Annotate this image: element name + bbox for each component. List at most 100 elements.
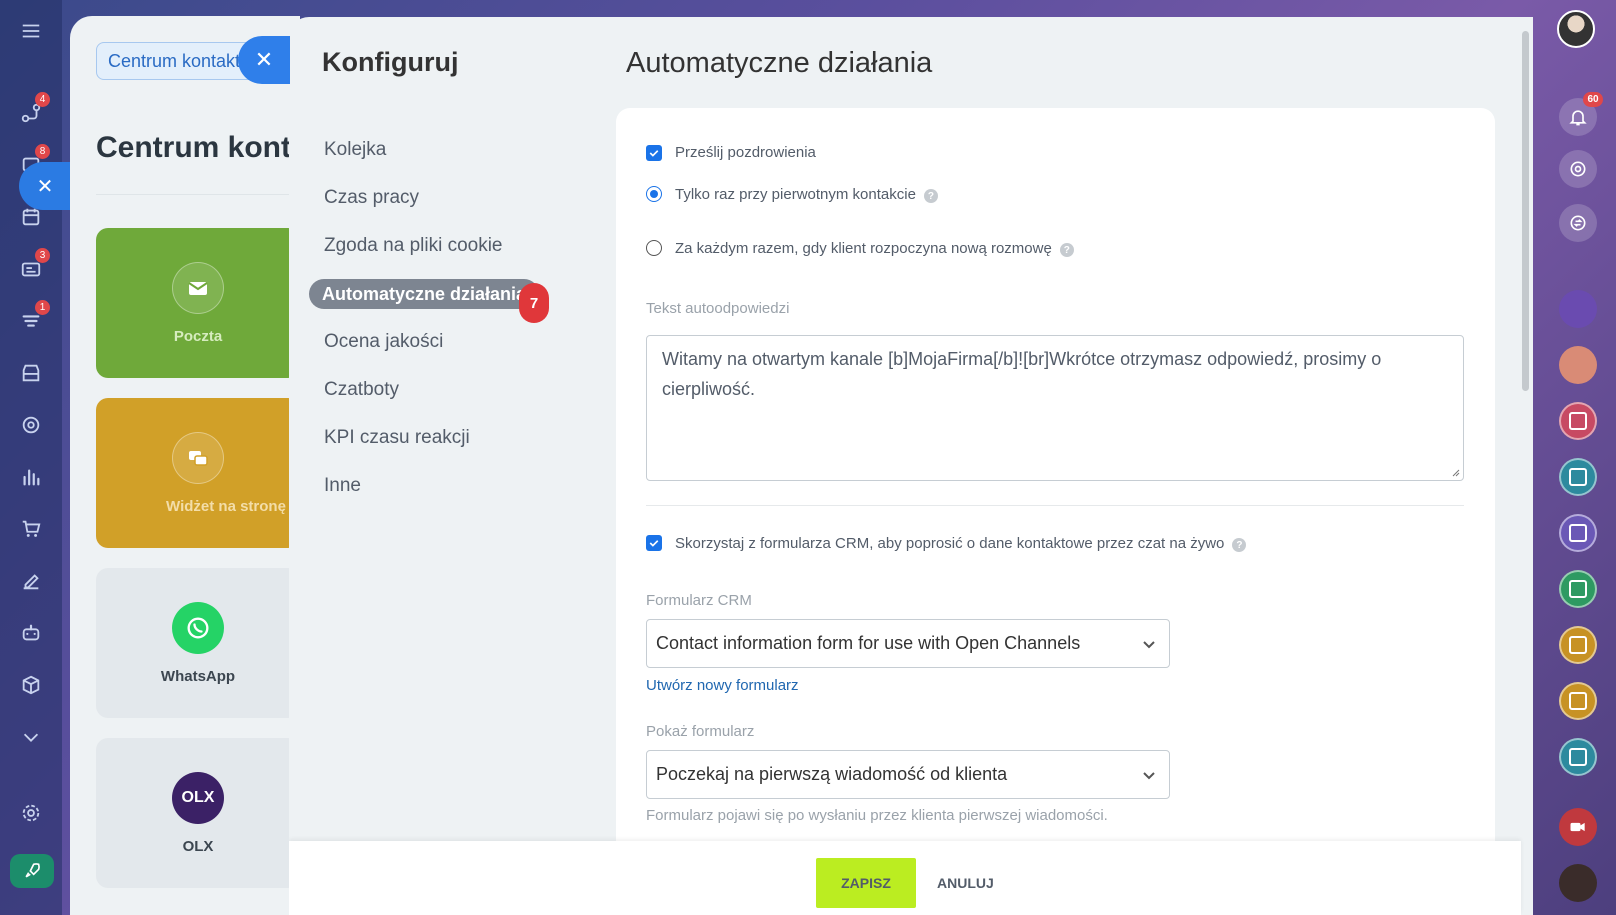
contact-center-icon[interactable]: 1 <box>16 300 50 336</box>
flows-icon[interactable]: 4 <box>16 92 50 128</box>
greeting-every-label: Za każdym razem, gdy klient rozpoczyna n… <box>675 239 1052 257</box>
menu-item-cookies[interactable]: Zgoda na pliki cookie <box>324 231 503 261</box>
chat-bubbles-icon <box>172 431 224 484</box>
card-label: Widżet na stronę <box>166 497 286 515</box>
right-bar: 60 <box>1536 0 1616 915</box>
greeting-checkbox-row[interactable]: Prześlij pozdrowienia <box>646 144 816 161</box>
menu-title: Konfiguruj <box>322 47 459 77</box>
crm-checkbox-label: Skorzystaj z formularza CRM, aby poprosi… <box>675 534 1225 552</box>
document-icon[interactable] <box>1559 570 1597 608</box>
show-form-label: Pokaż formularz <box>646 723 755 740</box>
channel-card-widget[interactable]: Widżet na stronę <box>96 398 300 548</box>
close-icon: ✕ <box>36 175 54 198</box>
notifications-badge: 60 <box>1583 92 1603 107</box>
analytics-icon[interactable] <box>16 462 46 492</box>
footer-bar: ZAPISZ ANULUJ <box>289 841 1521 915</box>
task-icon[interactable] <box>1559 738 1597 776</box>
cancel-button[interactable]: ANULUJ <box>937 858 994 908</box>
flows-badge: 4 <box>35 92 50 107</box>
close-background-slider-button[interactable]: ✕ <box>19 162 71 210</box>
channel-card-mail[interactable]: Poczta <box>96 228 300 378</box>
menu-item-chatbots[interactable]: Czatboty <box>324 375 399 405</box>
help-icon[interactable]: ? <box>923 189 938 203</box>
step-badge: 7 <box>519 283 549 323</box>
chevron-down-icon <box>1143 641 1155 649</box>
menu-item-working-hours[interactable]: Czas pracy <box>324 183 419 213</box>
crm-form-label: Formularz CRM <box>646 592 752 609</box>
greeting-once-radio-row[interactable]: Tylko raz przy pierwotnym kontakcie ? <box>646 185 938 203</box>
crm-checkbox-row[interactable]: Skorzystaj z formularza CRM, aby poprosi… <box>646 534 1247 552</box>
close-icon: ✕ <box>254 47 274 72</box>
close-slider-button[interactable]: ✕ <box>238 36 290 84</box>
rocket-launch-button[interactable] <box>10 854 54 888</box>
card-label: Poczta <box>173 327 223 345</box>
groups-badge: 3 <box>35 248 50 263</box>
mail-icon <box>172 261 224 314</box>
task-icon[interactable] <box>1559 402 1597 440</box>
store-icon[interactable] <box>16 358 46 388</box>
configure-slider: Konfiguruj Kolejka Czas pracy Zgoda na p… <box>289 17 1533 915</box>
greeting-every-radio-row[interactable]: Za każdym razem, gdy klient rozpoczyna n… <box>646 239 1074 257</box>
show-form-select[interactable]: Poczekaj na pierwszą wiadomość od klient… <box>646 750 1170 799</box>
greeting-checkbox[interactable] <box>646 144 662 161</box>
olx-logo: OLX <box>172 771 224 824</box>
robot-icon[interactable] <box>16 618 46 648</box>
create-form-link[interactable]: Utwórz nowy formularz <box>646 677 799 694</box>
card-label: OLX <box>182 837 214 855</box>
crm-form-value: Contact information form for use with Op… <box>656 633 1081 653</box>
menu-item-other[interactable]: Inne <box>324 471 361 501</box>
divider <box>646 505 1464 506</box>
sign-icon[interactable] <box>16 566 46 596</box>
target-icon[interactable] <box>16 410 46 440</box>
left-navigation: 4 8 3 1 <box>0 0 62 915</box>
contact-center-badge: 1 <box>35 300 50 315</box>
chats-badge: 8 <box>35 144 50 159</box>
task-icon[interactable] <box>1559 458 1597 496</box>
video-call-icon[interactable] <box>1559 808 1597 846</box>
scrollbar-thumb[interactable] <box>1522 31 1529 391</box>
page-title: Centrum kontaktowe <box>96 131 300 164</box>
crm-checkbox[interactable] <box>646 535 662 551</box>
contact-avatar[interactable] <box>1559 290 1597 328</box>
greeting-once-radio[interactable] <box>646 186 662 202</box>
menu-item-response-kpi[interactable]: KPI czasu reakcji <box>324 423 470 453</box>
show-form-value: Poczekaj na pierwszą wiadomość od klient… <box>656 764 1008 784</box>
task-icon[interactable] <box>1559 682 1597 720</box>
divider <box>96 194 300 195</box>
task-icon[interactable] <box>1559 514 1597 552</box>
greeting-every-radio[interactable] <box>646 240 662 256</box>
contact-avatar[interactable] <box>1559 346 1597 384</box>
crm-form-select[interactable]: Contact information form for use with Op… <box>646 619 1170 668</box>
whatsapp-icon <box>172 601 224 654</box>
channel-card-whatsapp[interactable]: WhatsApp <box>96 568 300 718</box>
target-icon[interactable] <box>1559 150 1597 188</box>
task-icon[interactable] <box>1559 626 1597 664</box>
box-icon[interactable] <box>16 670 46 700</box>
settings-gear-icon[interactable] <box>16 798 46 828</box>
chevron-down-icon[interactable] <box>16 722 46 752</box>
autoreply-label: Tekst autoodpowiedzi <box>646 300 790 317</box>
help-icon[interactable]: ? <box>1232 538 1247 552</box>
autoreply-text: Witamy na otwartym kanale [b]MojaFirma[/… <box>662 349 1382 399</box>
cart-icon[interactable] <box>16 514 46 544</box>
sync-icon[interactable] <box>1559 204 1597 242</box>
card-label: WhatsApp <box>160 667 236 685</box>
help-icon[interactable]: ? <box>1059 243 1074 257</box>
menu-hamburger-icon[interactable] <box>16 16 46 46</box>
contact-avatar[interactable] <box>1559 864 1597 902</box>
menu-item-automatic-actions[interactable]: Automatyczne działania <box>309 279 540 309</box>
autoreply-textarea[interactable]: Witamy na otwartym kanale [b]MojaFirma[/… <box>646 335 1464 481</box>
menu-item-quality-rating[interactable]: Ocena jakości <box>324 327 443 357</box>
rocket-icon <box>25 863 40 878</box>
greeting-once-label: Tylko raz przy pierwotnym kontakcie <box>675 185 916 203</box>
greeting-checkbox-label: Prześlij pozdrowienia <box>675 144 816 161</box>
chevron-down-icon <box>1143 772 1155 780</box>
groups-icon[interactable]: 3 <box>16 248 50 284</box>
resize-handle-icon[interactable] <box>1450 467 1460 477</box>
save-button[interactable]: ZAPISZ <box>816 858 916 908</box>
notifications-bell-icon[interactable]: 60 <box>1559 92 1603 136</box>
show-form-hint: Formularz pojawi się po wysłaniu przez k… <box>646 807 1108 824</box>
menu-item-queue[interactable]: Kolejka <box>324 135 386 165</box>
channel-card-olx[interactable]: OLX OLX <box>96 738 300 888</box>
section-title: Automatyczne działania <box>626 47 933 79</box>
